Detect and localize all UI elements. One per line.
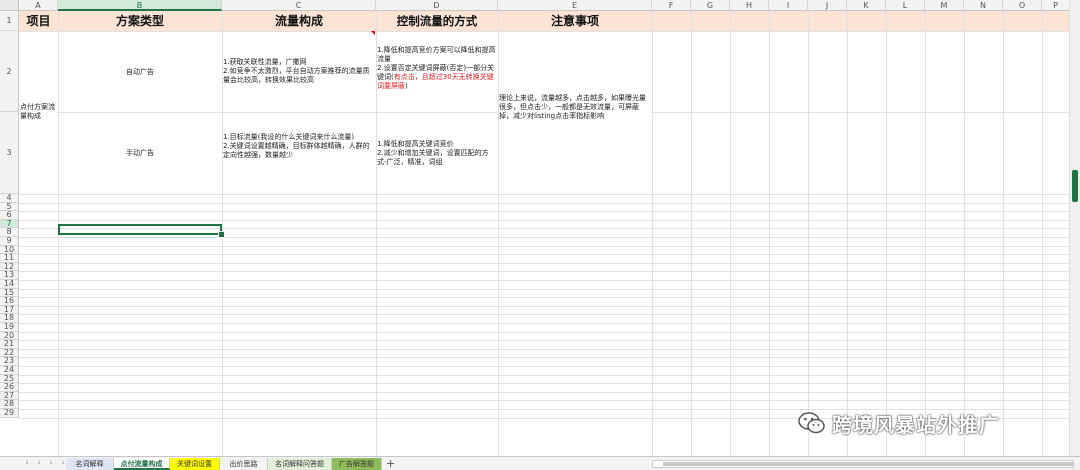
gridline	[886, 11, 887, 456]
column-header-d[interactable]: D	[376, 0, 498, 11]
gridline	[19, 262, 1080, 264]
gridline	[808, 11, 809, 456]
scrollbar-thumb[interactable]	[1072, 170, 1078, 202]
row-header-29[interactable]: 29	[0, 408, 19, 418]
column-header-h[interactable]: H	[730, 0, 769, 11]
row-header-1[interactable]: 1	[0, 11, 19, 31]
row-header-2[interactable]: 2	[0, 31, 19, 112]
header-traffic-composition[interactable]: 流量构成	[222, 11, 376, 31]
tab-bid-strategy[interactable]: 出价思路	[220, 458, 268, 470]
gridline	[19, 357, 1080, 359]
header-plan-type[interactable]: 方案类型	[58, 11, 222, 31]
add-sheet-button[interactable]: +	[386, 457, 395, 470]
gridline	[19, 305, 1080, 307]
fill-handle[interactable]	[218, 231, 225, 238]
tab-glossary-qa[interactable]: 名词解释问答题	[268, 458, 332, 470]
tab-glossary[interactable]: 名词解释	[66, 458, 114, 470]
gridline	[19, 314, 1080, 316]
gridline	[769, 11, 770, 456]
column-header-o[interactable]: O	[1003, 0, 1042, 11]
column-header-c[interactable]: C	[222, 0, 376, 11]
gridline	[19, 194, 1080, 195]
cell-b-manual-ads[interactable]: 手动广告	[58, 149, 222, 158]
column-header-m[interactable]: M	[925, 0, 964, 11]
gridline	[19, 323, 1080, 324]
gridline	[847, 11, 848, 456]
cell-e-notes[interactable]: 理论上来说，流量越多，点击越多，如果曝光量很多，但点击少，一般都是无效流量，可屏…	[499, 94, 651, 121]
row-header-3[interactable]: 3	[0, 112, 19, 194]
column-header-k[interactable]: K	[847, 0, 886, 11]
cell-d-auto[interactable]: 1.降低和提高竞价方案可以降低和提高流量 2.设置否定关键词屏蔽(否定)一部分关…	[377, 46, 497, 91]
horizontal-scrollbar-thumb[interactable]	[663, 462, 1073, 466]
gridline	[19, 348, 1080, 350]
next-sheet-icon[interactable]: ›	[46, 458, 56, 469]
watermark: 跨境风暴站外推广	[798, 402, 1000, 444]
gridline	[19, 366, 1080, 367]
selected-cell-b7[interactable]	[58, 224, 222, 235]
comment-indicator[interactable]	[371, 31, 375, 35]
column-header-a[interactable]: A	[19, 0, 58, 11]
column-header-g[interactable]: G	[691, 0, 730, 11]
header-notes[interactable]: 注意事项	[498, 11, 652, 31]
column-header-n[interactable]: N	[964, 0, 1003, 11]
prev-sheet-icon[interactable]: ‹	[34, 458, 44, 469]
gridline	[19, 219, 1080, 221]
gridline	[19, 280, 1080, 281]
gridline	[964, 11, 965, 456]
cell-d-manual[interactable]: 1.降低和提高关键词竞价 2.减少和增加关键词，设置匹配的方式-广泛，精准，词组	[377, 140, 497, 167]
gridline	[19, 391, 1080, 393]
gridline	[691, 11, 692, 456]
gridline	[19, 245, 1080, 247]
gridline	[19, 288, 1080, 290]
horizontal-scrollbar[interactable]	[652, 460, 1074, 468]
sheet-tab-bar: ‹ ‹ › › 名词解释 点付流量构成 关键词设置 出价思路 名词解释问答题 广…	[0, 456, 1080, 470]
gridline	[19, 202, 1080, 204]
header-item[interactable]: 项目	[19, 11, 58, 31]
tab-keyword-settings[interactable]: 关键词设置	[170, 458, 220, 470]
cell-c-auto[interactable]: 1.获取关联性流量，广撒网 2.如竞争不太激烈，平台自动方案推荐的流量质量会比较…	[223, 58, 375, 85]
gridline	[652, 11, 653, 456]
header-traffic-control[interactable]: 控制流量的方式	[376, 11, 498, 31]
gridline	[19, 211, 1080, 213]
gridline	[925, 11, 926, 456]
column-header-e[interactable]: E	[498, 0, 652, 11]
gridline	[19, 340, 1080, 342]
cell-a-project[interactable]: 点付方案流量构成	[20, 103, 58, 121]
column-header-b[interactable]: B	[58, 0, 222, 11]
gridline	[19, 237, 1080, 238]
gridline	[730, 11, 731, 456]
gridline	[19, 297, 1080, 299]
gridline	[19, 383, 1080, 385]
column-header-i[interactable]: I	[769, 0, 808, 11]
gridline	[19, 271, 1080, 273]
column-header-p[interactable]: P	[1042, 0, 1070, 11]
column-header-j[interactable]: J	[808, 0, 847, 11]
gridline	[1042, 11, 1043, 456]
watermark-text: 跨境风暴站外推广	[832, 412, 1000, 437]
first-sheet-icon[interactable]: ‹	[22, 458, 32, 469]
gridline	[19, 254, 1080, 256]
cell-d-auto-tail: )	[405, 82, 408, 90]
cell-d-auto-red-note: 有点击，且超过30天无转换关键词要屏蔽	[377, 73, 494, 90]
tab-ads-qa[interactable]: 广告解答题	[332, 458, 382, 470]
vertical-scrollbar[interactable]	[1069, 0, 1080, 456]
column-header-l[interactable]: L	[886, 0, 925, 11]
spreadsheet-grid[interactable]: A B C D E F G H I J K L M N O P 12345678…	[0, 0, 1080, 456]
cell-b-auto-ads[interactable]: 自动广告	[58, 68, 222, 77]
gridline	[19, 331, 1080, 333]
select-all-corner[interactable]	[0, 0, 19, 11]
gridline	[1003, 11, 1004, 456]
column-header-f[interactable]: F	[652, 0, 691, 11]
wechat-icon	[798, 411, 826, 435]
tab-traffic-composition[interactable]: 点付流量构成	[114, 458, 170, 470]
gridline	[19, 374, 1080, 376]
cell-c-manual[interactable]: 1.目标流量(我设的什么关键词来什么流量) 2.关键词设置越精确，目标群体越精确…	[223, 133, 375, 160]
